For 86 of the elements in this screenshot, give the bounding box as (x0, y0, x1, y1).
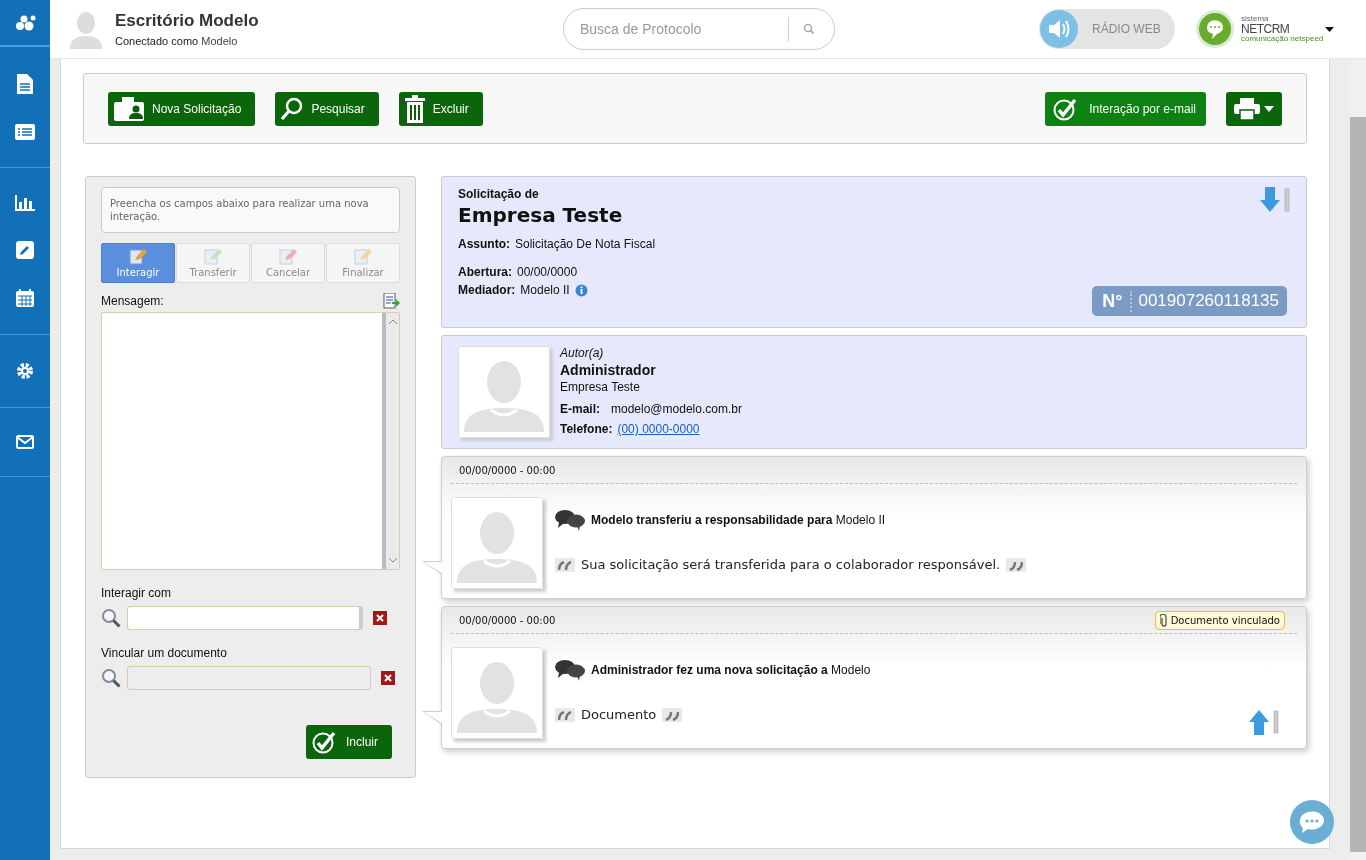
opened-value: 00/00/0000 (517, 265, 578, 279)
entry-quote: Documento (581, 707, 657, 722)
field-label: Vincular um documento (101, 646, 228, 660)
scrollbar[interactable] (382, 313, 399, 569)
printer-icon (1234, 97, 1260, 120)
action-tab[interactable]: Interagir (101, 243, 175, 283)
number-value: 001907260118135 (1137, 291, 1280, 311)
close-quote-icon (662, 707, 683, 722)
mail-icon[interactable] (16, 435, 34, 449)
pencil-icon[interactable] (16, 241, 34, 259)
input-field[interactable] (127, 606, 363, 630)
chat-bubble-icon[interactable] (1290, 800, 1334, 844)
up-arrow-icon[interactable] (1249, 709, 1279, 735)
brand-name: NETCRM (1241, 23, 1291, 35)
field-label: Interagir com (101, 586, 173, 600)
bar-chart-icon[interactable] (15, 195, 35, 211)
tab-icon (204, 248, 222, 265)
settings-icon[interactable] (16, 362, 34, 380)
connected-label: Conectado como (115, 35, 199, 47)
list-icon[interactable] (15, 124, 35, 140)
brand-tagline: comunicação netspeed (1241, 35, 1324, 43)
paperclip-icon (1159, 613, 1168, 627)
document-arrow-icon[interactable] (383, 293, 400, 309)
instruction-text: Preencha os campos abaixo para realizar uma nova interação. (101, 187, 400, 233)
brand-small-text: sistema (1241, 15, 1270, 23)
phone-label: Telefone: (560, 422, 613, 436)
tab-icon (129, 248, 147, 265)
email-value: modelo@modelo.com.br (611, 402, 742, 416)
check-circle-icon (312, 730, 338, 754)
avatar-icon (68, 9, 104, 49)
author-name: Administrador (560, 362, 657, 378)
tab-icon (279, 248, 297, 265)
message-label: Mensagem: (101, 294, 164, 308)
clear-icon[interactable] (373, 611, 387, 625)
request-intro: Solicitação de (458, 187, 539, 201)
scroll-up-icon[interactable] (387, 319, 398, 325)
subject-value: Solicitação De Nota Fiscal (515, 237, 656, 251)
email-label: E-mail: (560, 402, 600, 416)
scroll-down-icon[interactable] (387, 557, 398, 563)
chat-logo-icon[interactable] (1195, 9, 1235, 49)
toolbar-button[interactable]: Nova Solicitação (108, 91, 256, 126)
caret-icon[interactable] (1325, 26, 1334, 32)
toolbar-button[interactable]: Pesquisar (275, 91, 379, 126)
phone-link[interactable]: (00) 0000-0000 (617, 422, 700, 436)
caret-icon (1264, 105, 1274, 112)
document-icon[interactable] (17, 74, 33, 94)
magnifier-icon[interactable] (101, 608, 121, 628)
clear-icon[interactable] (381, 671, 395, 685)
calendar-icon[interactable] (16, 289, 34, 307)
subject-label: Assunto: (458, 237, 510, 251)
toolbar-button[interactable]: Excluir (398, 91, 483, 126)
down-arrow-icon[interactable] (1260, 187, 1290, 213)
tab-icon (354, 248, 372, 265)
submit-button[interactable]: Incluir (306, 725, 392, 759)
mediator-value: Modelo II (520, 283, 570, 297)
print-button[interactable] (1226, 91, 1282, 126)
attachment-tag[interactable]: Documento vinculado (1154, 610, 1285, 630)
mediator-label: Mediador: (458, 283, 516, 297)
info-icon[interactable] (574, 283, 588, 297)
open-quote-icon (555, 557, 575, 572)
entry-quote: Sua solicitação será transferida para o colaborador responsável. (581, 557, 1001, 572)
entry-text: Modelo transferiu a responsabilidade para Modelo II (591, 513, 886, 527)
radio-button[interactable]: RÁDIO WEB (1039, 9, 1175, 49)
user-name: Modelo (201, 35, 238, 47)
id-card-icon (114, 96, 144, 121)
search-icon (281, 96, 304, 121)
search-icon[interactable] (803, 23, 815, 35)
logo-icon[interactable] (14, 14, 36, 31)
number-label: N° (1092, 290, 1133, 312)
email-interaction-button[interactable]: Interação por e-mail (1045, 91, 1206, 126)
author-company: Empresa Teste (560, 380, 641, 394)
entry-date: 00/00/0000 - 00:00 (459, 464, 556, 476)
company-name: Empresa Teste (458, 203, 623, 227)
speaker-icon (1040, 10, 1078, 48)
author-role: Autor(a) (560, 346, 605, 360)
close-quote-icon (1006, 557, 1027, 572)
entry-date: 00/00/0000 - 00:00 (459, 614, 556, 626)
magnifier-icon[interactable] (101, 668, 121, 688)
open-quote-icon (555, 707, 575, 722)
search-field[interactable]: Busca de Protocolo (563, 8, 835, 50)
entry-text: Administrador fez uma nova solicitação a Modelo (591, 663, 871, 677)
speech-bubbles-icon (555, 659, 585, 681)
office-title: Escritório Modelo (115, 11, 259, 31)
speech-bubbles-icon (555, 509, 585, 531)
trash-icon (404, 94, 425, 123)
opened-label: Abertura: (458, 265, 512, 279)
